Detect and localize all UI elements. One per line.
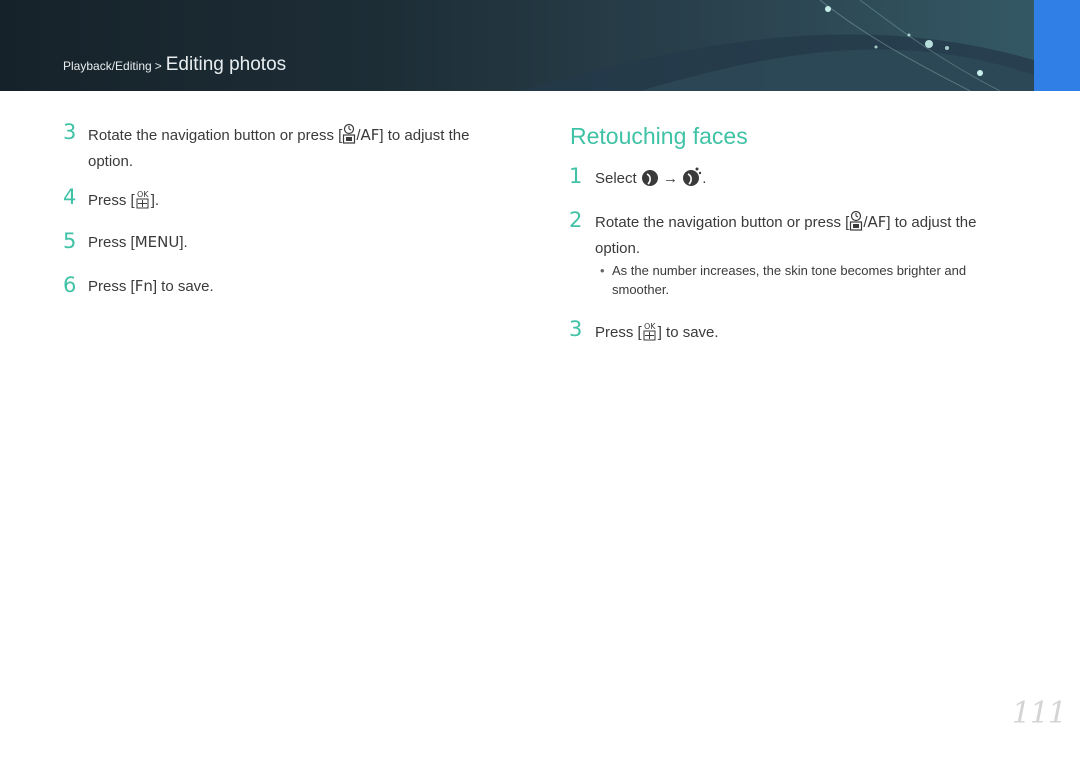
breadcrumb: Playback/Editing > Editing photos bbox=[63, 54, 286, 76]
step-text-before: Press [ bbox=[88, 234, 135, 251]
menu-key: MENU bbox=[134, 233, 180, 251]
face-retouch-icon bbox=[641, 168, 659, 194]
step-number: 3 bbox=[569, 317, 583, 341]
svg-text:OK: OK bbox=[644, 322, 656, 331]
step-text: Rotate the navigation button or press [/… bbox=[88, 123, 528, 172]
banner-swoosh-decoration bbox=[520, 0, 1034, 91]
step-number: 6 bbox=[63, 273, 77, 297]
step-number: 2 bbox=[569, 208, 583, 232]
ok-button-icon: OK bbox=[135, 188, 151, 216]
af-key: AF bbox=[360, 126, 380, 144]
step-text-line2: option. bbox=[88, 153, 134, 170]
step-text-after: ] to adjust the bbox=[379, 127, 470, 144]
step-text-before: Select bbox=[595, 170, 637, 187]
arrow: → bbox=[663, 170, 679, 187]
list-item: • As the number increases, the skin tone… bbox=[600, 261, 1010, 299]
step-text: Press [MENU]. bbox=[88, 232, 188, 253]
page-title: Editing photos bbox=[165, 54, 287, 75]
step-text-after: ] to adjust the bbox=[886, 214, 977, 231]
step-text: Select → . bbox=[595, 166, 706, 194]
bullet-marker: • bbox=[600, 263, 605, 278]
step-text-before: Press [ bbox=[595, 324, 642, 341]
step-number: 4 bbox=[63, 185, 77, 209]
step-text-after: ] to save. bbox=[152, 278, 214, 295]
timer-icon bbox=[342, 123, 356, 151]
af-key: AF bbox=[867, 213, 887, 231]
breadcrumb-separator: > bbox=[154, 59, 162, 73]
fn-key: Fn bbox=[134, 277, 153, 295]
step-text: Press [Fn] to save. bbox=[88, 276, 214, 297]
step-text-before: Rotate the navigation button or press [ bbox=[88, 127, 343, 144]
step-text-after: ] to save. bbox=[657, 324, 719, 341]
step-text-line2: option. bbox=[595, 240, 641, 257]
step-text: Press [OK]. bbox=[88, 188, 159, 216]
ok-button-icon: OK bbox=[642, 320, 658, 348]
step-text-before: Rotate the navigation button or press [ bbox=[595, 214, 850, 231]
step-text: Press [OK] to save. bbox=[595, 320, 719, 348]
step-text: Rotate the navigation button or press [/… bbox=[595, 210, 1035, 259]
face-retouch-plus-icon bbox=[682, 166, 702, 194]
step-text-before: Press [ bbox=[88, 192, 135, 209]
step-text-after: ]. bbox=[150, 192, 160, 209]
breadcrumb-section[interactable]: Playback/Editing bbox=[63, 59, 152, 73]
chapter-tab[interactable] bbox=[1034, 0, 1080, 91]
timer-icon bbox=[849, 210, 863, 238]
svg-text:OK: OK bbox=[137, 190, 149, 199]
step-text-after: . bbox=[702, 170, 707, 187]
header-banner: Playback/Editing > Editing photos bbox=[0, 0, 1080, 91]
step-number: 5 bbox=[63, 229, 77, 253]
step-number: 3 bbox=[63, 120, 77, 144]
step-text-before: Press [ bbox=[88, 278, 135, 295]
step-number: 1 bbox=[569, 164, 583, 188]
section-heading: Retouching faces bbox=[570, 123, 748, 149]
step-text-after: ]. bbox=[179, 234, 188, 251]
bullet-text: As the number increases, the skin tone b… bbox=[612, 263, 967, 297]
page-number: 111 bbox=[1011, 696, 1067, 731]
